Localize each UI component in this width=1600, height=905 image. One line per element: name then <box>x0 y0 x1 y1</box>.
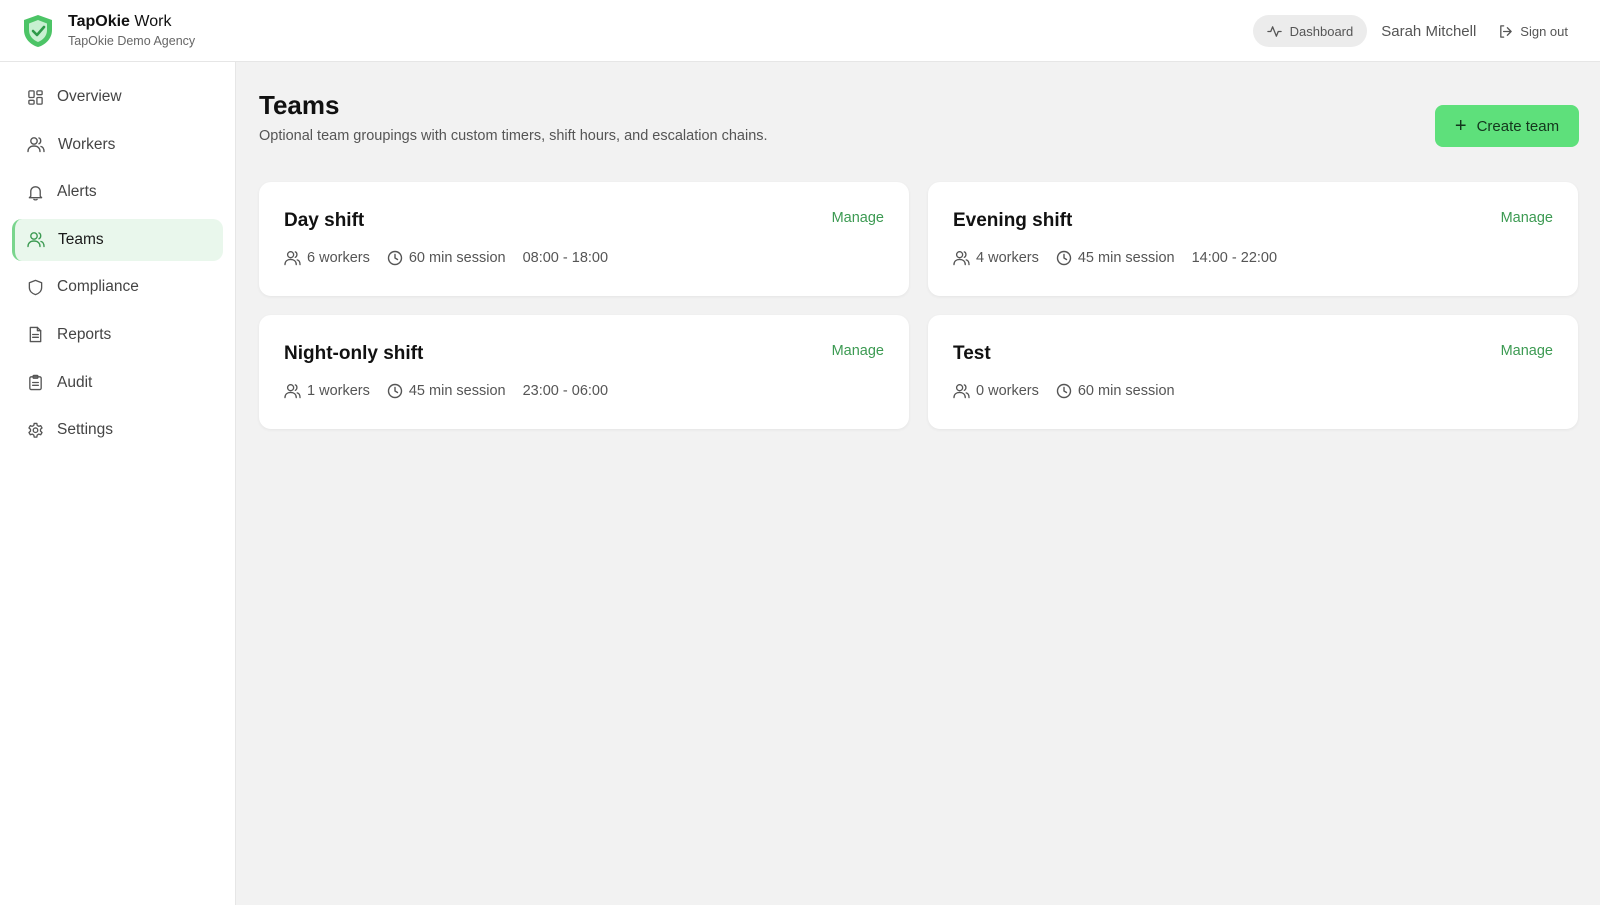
sidebar-item-alerts[interactable]: Alerts <box>12 171 223 213</box>
page-subtitle: Optional team groupings with custom time… <box>259 128 768 144</box>
top-header: TapOkie Work TapOkie Demo Agency Dashboa… <box>0 0 1600 62</box>
agency-name: TapOkie Demo Agency <box>68 33 196 48</box>
sidebar-item-label: Settings <box>57 421 114 439</box>
clipboard-icon <box>29 374 42 391</box>
clock-icon <box>387 250 403 266</box>
user-name: Sarah Mitchell <box>1381 22 1477 40</box>
users-icon <box>27 232 45 248</box>
team-workers: 1 workers <box>284 383 370 399</box>
clock-icon <box>387 383 403 399</box>
sidebar-item-label: Reports <box>57 325 112 343</box>
sidebar-item-audit[interactable]: Audit <box>12 362 223 404</box>
shield-icon <box>28 279 43 296</box>
sign-out-button[interactable]: Sign out <box>1498 24 1568 39</box>
manage-link[interactable]: Manage <box>832 210 884 226</box>
team-workers: 6 workers <box>284 250 370 266</box>
sidebar-item-label: Teams <box>58 230 104 248</box>
sidebar-item-label: Alerts <box>57 183 97 201</box>
page-title: Teams <box>259 90 340 120</box>
create-team-label: Create team <box>1476 117 1560 135</box>
users-icon <box>284 251 301 266</box>
clock-icon <box>1056 383 1072 399</box>
users-icon <box>27 137 45 153</box>
dashboard-label: Dashboard <box>1289 23 1354 39</box>
bell-icon <box>28 185 43 201</box>
file-text-icon <box>29 327 42 343</box>
team-hours: 08:00 - 18:00 <box>522 250 609 266</box>
sidebar-item-label: Audit <box>57 373 93 391</box>
manage-link[interactable]: Manage <box>832 343 884 359</box>
app-title: TapOkie Work <box>68 12 172 30</box>
sidebar-item-label: Workers <box>58 135 116 153</box>
team-session: 45 min session <box>387 383 506 399</box>
sidebar: Overview Workers Alerts Teams Compliance… <box>0 62 236 905</box>
team-hours: 23:00 - 06:00 <box>522 383 609 399</box>
clock-icon <box>1056 250 1072 266</box>
sidebar-item-teams[interactable]: Teams <box>12 218 223 261</box>
team-name: Test <box>953 343 991 364</box>
team-card: Day shift Manage 6 workers 60 min sessio… <box>259 182 909 296</box>
team-session: 45 min session <box>1056 250 1175 266</box>
sidebar-item-reports[interactable]: Reports <box>12 314 223 356</box>
team-session: 60 min session <box>387 250 506 266</box>
users-icon <box>284 384 301 399</box>
team-card: Test Manage 0 workers 60 min session <box>928 315 1578 429</box>
sign-out-label: Sign out <box>1520 23 1568 39</box>
sidebar-item-label: Compliance <box>57 278 139 296</box>
sidebar-item-workers[interactable]: Workers <box>12 124 223 166</box>
team-name: Day shift <box>284 210 365 231</box>
sidebar-item-settings[interactable]: Settings <box>12 409 223 451</box>
manage-link[interactable]: Manage <box>1501 210 1553 226</box>
users-icon <box>953 251 970 266</box>
brand[interactable]: TapOkie Work TapOkie Demo Agency <box>22 12 195 50</box>
team-name: Evening shift <box>953 210 1073 231</box>
manage-link[interactable]: Manage <box>1501 343 1553 359</box>
team-card: Night-only shift Manage 1 workers 45 min… <box>259 315 909 429</box>
grid-icon <box>28 89 43 105</box>
team-hours: 14:00 - 22:00 <box>1191 250 1278 266</box>
plus-icon: + <box>1454 115 1467 137</box>
team-workers: 0 workers <box>953 383 1039 399</box>
team-card: Evening shift Manage 4 workers 45 min se… <box>928 182 1578 296</box>
log-out-icon <box>1500 24 1513 38</box>
sidebar-item-overview[interactable]: Overview <box>12 76 223 118</box>
sidebar-item-compliance[interactable]: Compliance <box>12 266 223 308</box>
create-team-button[interactable]: + Create team <box>1435 105 1579 147</box>
dashboard-button[interactable]: Dashboard <box>1252 15 1368 47</box>
team-name: Night-only shift <box>284 343 424 364</box>
sidebar-item-label: Overview <box>57 88 122 105</box>
team-session: 60 min session <box>1056 383 1175 399</box>
activity-icon <box>1266 25 1282 37</box>
main-content: Teams Optional team groupings with custo… <box>236 62 1600 905</box>
team-workers: 4 workers <box>953 250 1039 266</box>
gear-icon <box>28 422 43 438</box>
shield-check-logo-icon <box>24 14 52 47</box>
users-icon <box>953 384 970 399</box>
